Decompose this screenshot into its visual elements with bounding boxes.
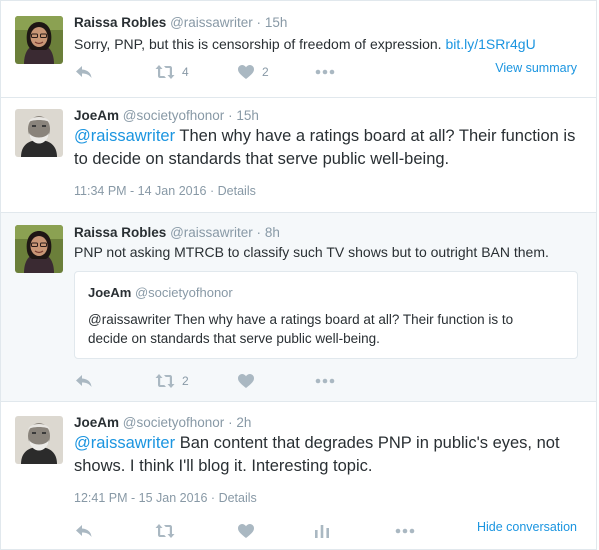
tweet-actions: 2 (74, 371, 574, 391)
heart-icon (236, 521, 256, 541)
avatar[interactable] (15, 109, 63, 157)
tweet-age[interactable]: 15h (265, 15, 288, 30)
fullname[interactable]: JoeAm (74, 108, 119, 123)
reply-icon (74, 371, 94, 391)
quoted-tweet[interactable]: JoeAm @societyofhonor @raissawriter Then… (74, 271, 578, 359)
more-button[interactable] (314, 62, 336, 82)
fullname[interactable]: Raissa Robles (74, 225, 166, 240)
details-link[interactable]: Details (219, 491, 257, 505)
avatar[interactable] (15, 225, 63, 273)
like-button[interactable] (236, 371, 256, 391)
view-summary-link[interactable]: View summary (495, 61, 577, 75)
retweet-button[interactable]: 4 (154, 62, 189, 82)
timestamp-link[interactable]: 12:41 PM - 15 Jan 2016 (74, 491, 207, 505)
tweet-4[interactable]: JoeAm @societyofhonor · 2h @raissawriter… (0, 401, 597, 550)
retweet-icon (154, 62, 176, 82)
tweet-age[interactable]: 8h (265, 225, 280, 240)
tweet-header: Raissa Robles @raissawriter · 15h (74, 15, 287, 30)
retweet-icon (154, 521, 176, 541)
separator: · (209, 184, 215, 198)
hide-conversation-link[interactable]: Hide conversation (477, 520, 577, 534)
tweet-3[interactable]: Raissa Robles @raissawriter · 8h PNP not… (0, 212, 597, 402)
tweet-header: Raissa Robles @raissawriter · 8h (74, 225, 280, 240)
username[interactable]: @societyofhonor (123, 415, 225, 430)
avatar-image (15, 416, 63, 464)
separator: · (256, 15, 262, 30)
mention-link[interactable]: @raissawriter (74, 434, 175, 452)
quoted-username: @societyofhonor (134, 285, 233, 300)
tweet-text: @raissawriter Then why have a ratings bo… (74, 125, 579, 171)
analytics-icon (312, 521, 332, 541)
tweet-text-line: @raissawriter Ban content that degrades … (74, 432, 584, 455)
tweet-text: Sorry, PNP, but this is censorship of fr… (74, 34, 584, 54)
reply-button[interactable] (74, 521, 94, 541)
tweet-header: JoeAm @societyofhonor · 2h (74, 415, 251, 430)
more-icon (394, 521, 416, 541)
retweet-button[interactable]: 2 (154, 371, 189, 391)
separator: · (210, 491, 216, 505)
username[interactable]: @raissawriter (170, 15, 253, 30)
avatar-image (15, 109, 63, 157)
quoted-text-line: @raissawriter Then why have a ratings bo… (88, 312, 514, 327)
reply-icon (74, 62, 94, 82)
tweet-1[interactable]: Raissa Robles @raissawriter · 15h Sorry,… (0, 0, 597, 98)
tweet-timestamp: 11:34 PM - 14 Jan 2016 · Details (74, 184, 256, 198)
separator: · (228, 108, 233, 123)
analytics-button[interactable] (312, 521, 332, 541)
avatar-image (15, 225, 63, 273)
quoted-fullname: JoeAm (88, 285, 132, 300)
tweet-age[interactable]: 15h (236, 108, 259, 123)
quoted-text-line: decide on standards that serve public we… (88, 331, 380, 346)
fullname[interactable]: Raissa Robles (74, 15, 166, 30)
separator: · (256, 225, 262, 240)
more-icon (314, 371, 336, 391)
fullname[interactable]: JoeAm (74, 415, 119, 430)
avatar-image (15, 16, 63, 64)
reply-button[interactable] (74, 62, 94, 82)
tweet-body: Sorry, PNP, but this is censorship of fr… (74, 36, 442, 52)
timestamp-link[interactable]: 11:34 PM - 14 Jan 2016 (74, 184, 207, 198)
tweet-timestamp: 12:41 PM - 15 Jan 2016 · Details (74, 491, 257, 505)
mention-link[interactable]: @raissawriter (74, 127, 175, 145)
quoted-tweet-text: @raissawriter Then why have a ratings bo… (88, 310, 558, 348)
details-link[interactable]: Details (218, 184, 256, 198)
more-button[interactable] (394, 521, 416, 541)
tweet-text: @raissawriter Ban content that degrades … (74, 432, 584, 478)
more-button[interactable] (314, 371, 336, 391)
avatar[interactable] (15, 416, 63, 464)
tweet-text: PNP not asking MTRCB to classify such TV… (74, 244, 549, 260)
tweet-text-line: shows. I think I'll blog it. Interesting… (74, 457, 373, 475)
retweet-count: 2 (182, 374, 189, 388)
tweet-2[interactable]: JoeAm @societyofhonor · 15h @raissawrite… (0, 97, 597, 213)
quoted-tweet-header: JoeAm @societyofhonor (88, 285, 233, 300)
heart-icon (236, 62, 256, 82)
heart-icon (236, 371, 256, 391)
tweet-age[interactable]: 2h (236, 415, 251, 430)
tweet-header: JoeAm @societyofhonor · 15h (74, 108, 259, 123)
more-icon (314, 62, 336, 82)
reply-icon (74, 521, 94, 541)
retweet-icon (154, 371, 176, 391)
retweet-button[interactable] (154, 521, 176, 541)
separator: · (228, 415, 233, 430)
avatar[interactable] (15, 16, 63, 64)
username[interactable]: @societyofhonor (123, 108, 225, 123)
tweet-link[interactable]: bit.ly/1SRr4gU (445, 36, 535, 52)
retweet-count: 4 (182, 65, 189, 79)
reply-button[interactable] (74, 371, 94, 391)
like-button[interactable] (236, 521, 256, 541)
like-count: 2 (262, 65, 269, 79)
username[interactable]: @raissawriter (170, 225, 253, 240)
tweet-body: Ban content that degrades PNP in public'… (179, 434, 560, 452)
like-button[interactable]: 2 (236, 62, 269, 82)
